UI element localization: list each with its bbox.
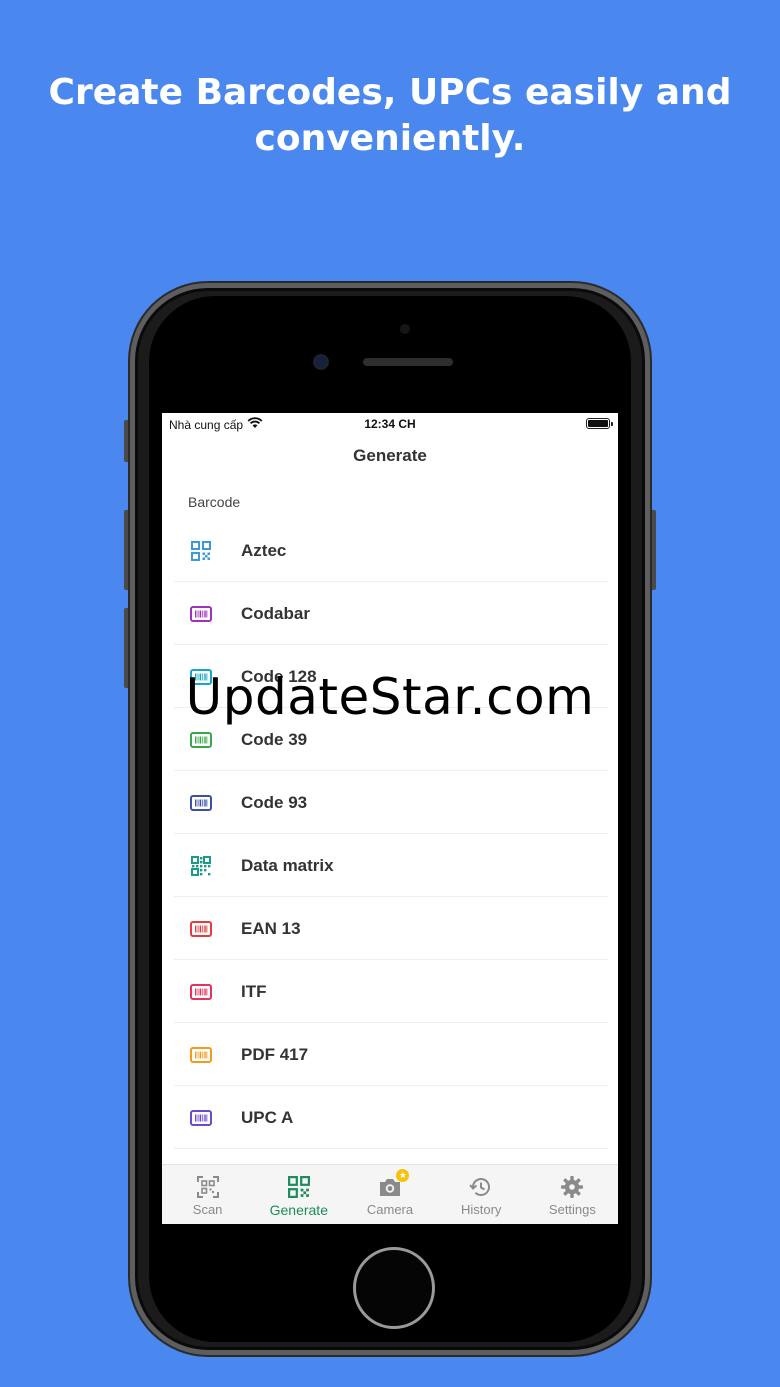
list-item-label: PDF 417 (241, 1044, 309, 1064)
barcode-icon (190, 1107, 212, 1129)
list-item-data-matrix[interactable]: Data matrix (162, 834, 618, 897)
tab-scan[interactable]: Scan (162, 1165, 253, 1224)
page-title: Generate (353, 446, 427, 465)
history-icon (468, 1175, 494, 1199)
tab-history[interactable]: History (436, 1165, 527, 1224)
list-item-label: ITF (241, 981, 267, 1001)
list-item-pdf-417[interactable]: PDF 417 (162, 1023, 618, 1086)
tab-generate[interactable]: Generate (253, 1165, 344, 1224)
front-camera (313, 354, 329, 370)
list-item-label: Codabar (241, 603, 310, 623)
watermark: UpdateStar.com (185, 668, 595, 726)
qr-grid-icon (286, 1175, 312, 1199)
earpiece (363, 358, 453, 366)
list-item-label: Data matrix (241, 855, 334, 875)
list-item-label: Code 39 (241, 729, 308, 749)
list-item-codabar[interactable]: Codabar (162, 582, 618, 645)
home-button[interactable] (353, 1247, 435, 1329)
headline: Create Barcodes, UPCs easily and conveni… (48, 72, 732, 159)
list-item-aztec[interactable]: Aztec (162, 519, 618, 582)
barcode-icon (190, 981, 212, 1003)
barcode-type-list: Aztec Codabar Code 128 Code 39 Code 93 Data m… (162, 519, 618, 1149)
barcode-icon (190, 918, 212, 940)
list-item-label: EAN 13 (241, 918, 301, 938)
power-button (650, 510, 656, 590)
gear-icon (559, 1175, 585, 1199)
tab-camera[interactable]: Camera ★ (344, 1165, 435, 1224)
tab-label: Scan (192, 1202, 223, 1217)
status-bar: Nhà cung cấp 12:34 CH (162, 413, 618, 435)
camera-badge: ★ (396, 1169, 410, 1182)
status-time: 12:34 CH (364, 417, 416, 431)
barcode-icon (190, 1044, 212, 1066)
data-matrix-icon (190, 855, 212, 877)
tab-label: Generate (269, 1202, 328, 1218)
tab-label: History (460, 1202, 502, 1217)
tab-label: Settings (548, 1202, 596, 1217)
section-label: Barcode (188, 494, 241, 510)
tab-settings[interactable]: Settings (527, 1165, 618, 1224)
barcode-icon (190, 792, 212, 814)
list-item-code-93[interactable]: Code 93 (162, 771, 618, 834)
app-screen: Nhà cung cấp 12:34 CH Generate Barcode A… (162, 413, 618, 1224)
tab-label: Camera (366, 1202, 414, 1217)
list-item-label: UPC A (241, 1107, 294, 1127)
list-item-upc-a[interactable]: UPC A (162, 1086, 618, 1149)
scan-icon (195, 1175, 221, 1199)
barcode-icon (190, 729, 212, 751)
qr-grid-icon (190, 540, 212, 562)
list-item-ean-13[interactable]: EAN 13 (162, 897, 618, 960)
list-item-itf[interactable]: ITF (162, 960, 618, 1023)
proximity-sensor (400, 324, 410, 334)
list-item-label: Code 93 (241, 792, 308, 812)
list-item-label: Aztec (241, 540, 287, 560)
tab-bar: Scan Generate Camera ★ History Settings (162, 1164, 618, 1224)
barcode-icon (190, 603, 212, 625)
battery-icon (586, 418, 613, 429)
